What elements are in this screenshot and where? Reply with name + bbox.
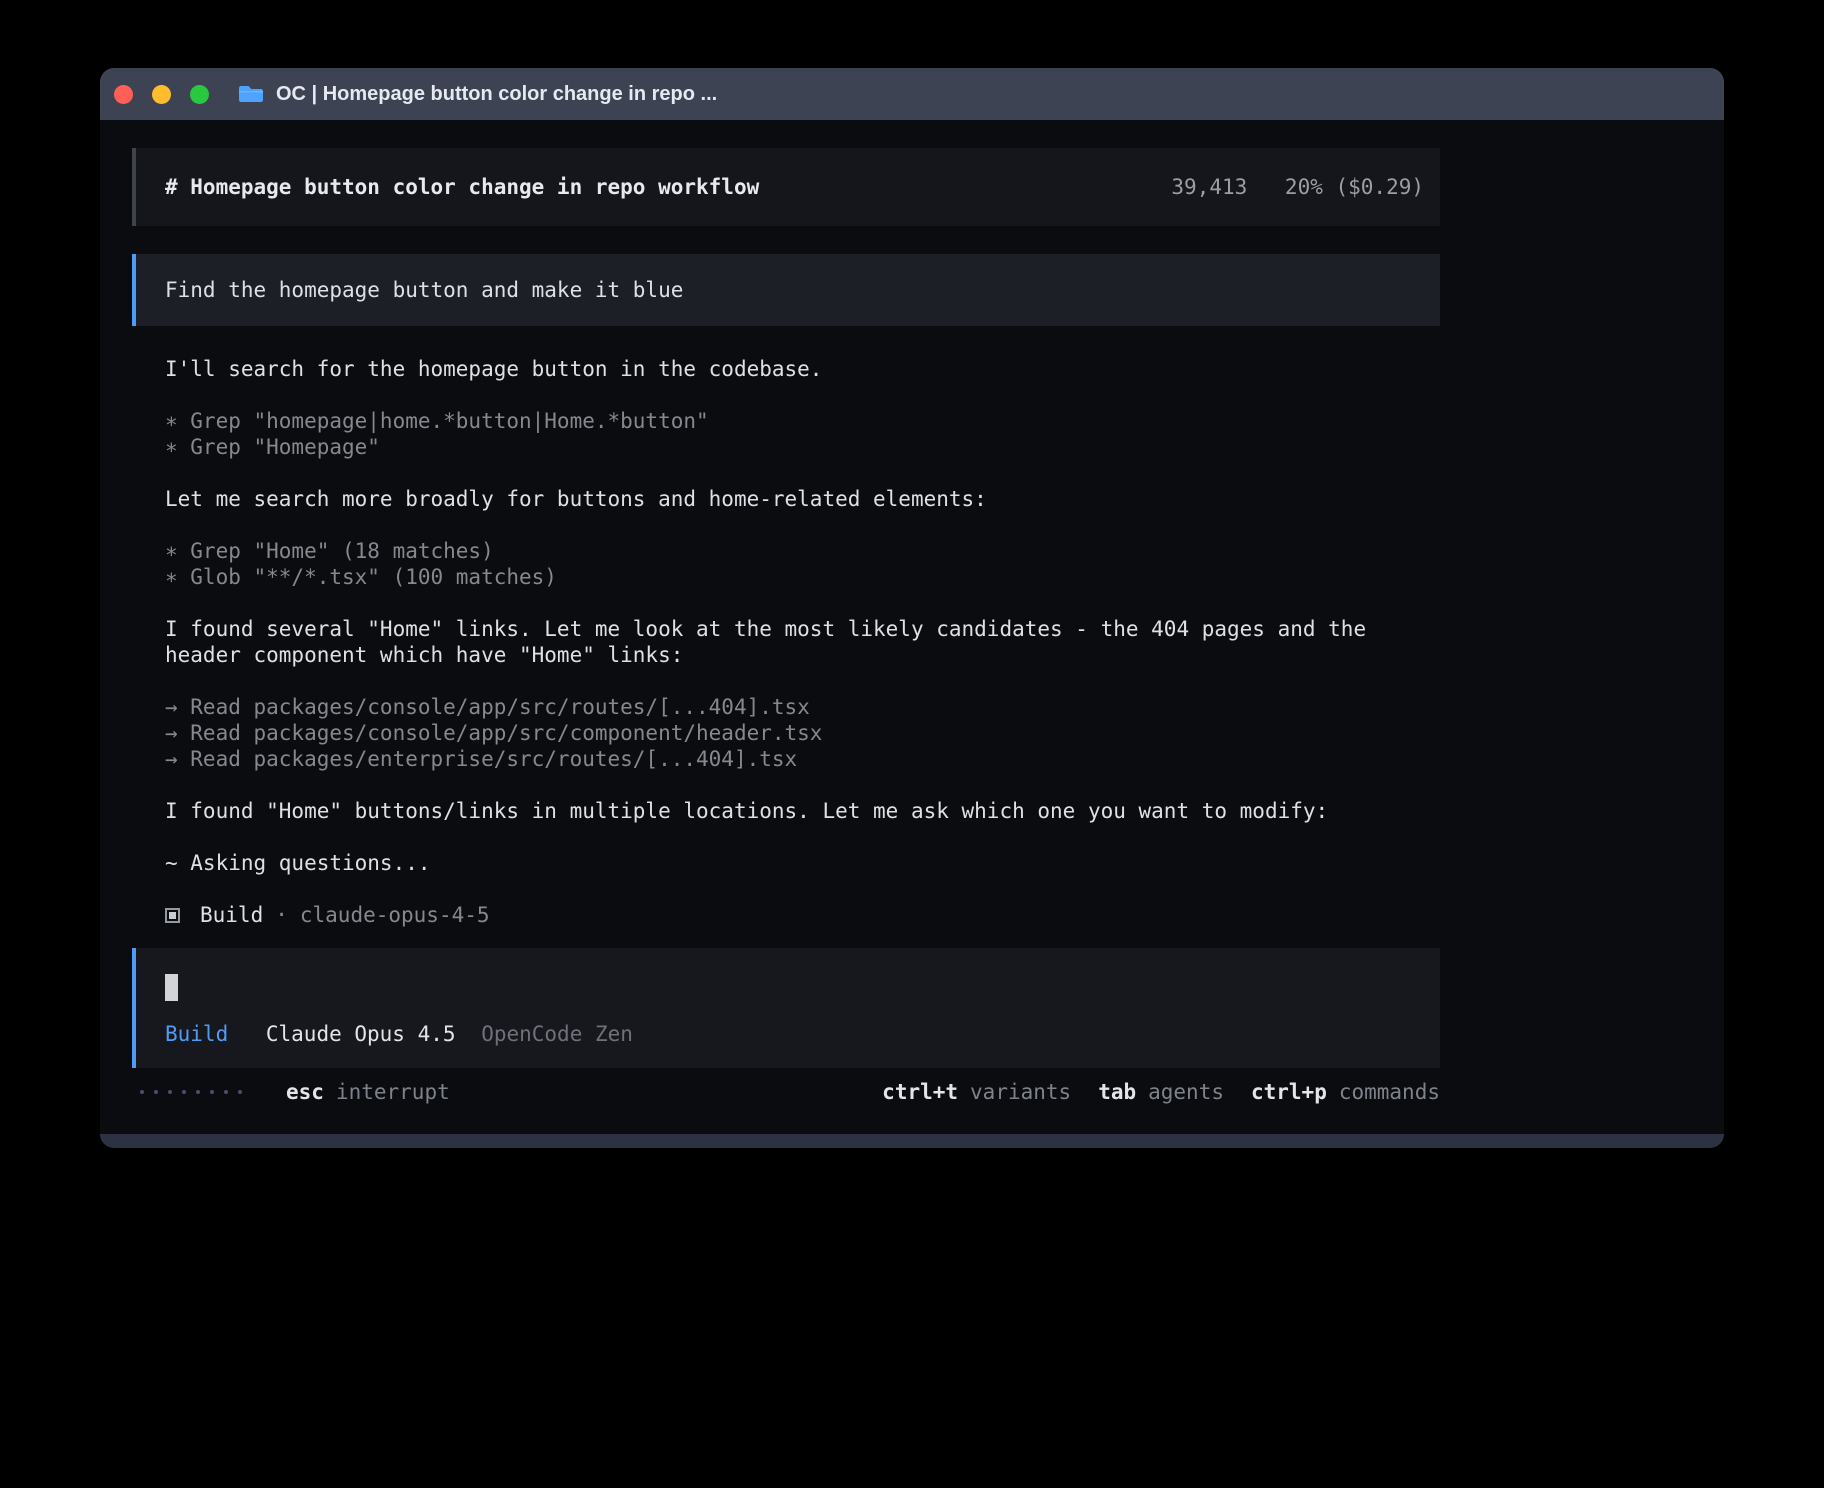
tool-call-grep: ∗ Grep "homepage|home.*button|Home.*butt… [165, 408, 1424, 434]
tool-call-read: → Read packages/console/app/src/routes/[… [165, 694, 1424, 720]
shortcut-hints: ctrl+t variants tab agents ctrl+p comman… [855, 1079, 1440, 1105]
status-bar: esc interrupt ctrl+t variants tab agents… [132, 1079, 1440, 1105]
session-stats: 39,413 20% ($0.29) [1171, 174, 1424, 200]
shortcut-agents: tab agents [1098, 1079, 1224, 1105]
session-header: # Homepage button color change in repo w… [132, 148, 1440, 226]
input-agent-label[interactable]: Build [165, 1022, 228, 1046]
close-button[interactable] [114, 85, 133, 104]
shortcut-key: ctrl+p [1251, 1079, 1327, 1105]
tool-call-read: → Read packages/console/app/src/componen… [165, 720, 1424, 746]
context-usage: 20% ($0.29) [1285, 175, 1424, 199]
input-meta-row: Build Claude Opus 4.5 OpenCode Zen [165, 1021, 1424, 1047]
input-model-label[interactable]: Claude Opus 4.5 [266, 1022, 456, 1046]
shortcut-label-interrupt: interrupt [336, 1079, 450, 1105]
user-message: Find the homepage button and make it blu… [132, 254, 1440, 326]
tool-call-grep: ∗ Grep "Homepage" [165, 434, 1424, 460]
tool-call-read: → Read packages/enterprise/src/routes/[.… [165, 746, 1424, 772]
text-cursor [165, 974, 178, 1001]
terminal-content: # Homepage button color change in repo w… [100, 120, 1724, 1134]
tool-call-grep: ∗ Grep "Home" (18 matches) [165, 538, 1424, 564]
session-title: # Homepage button color change in repo w… [165, 174, 759, 200]
input-provider-label: OpenCode Zen [481, 1022, 633, 1046]
prompt-input[interactable]: Build Claude Opus 4.5 OpenCode Zen [132, 948, 1440, 1068]
assistant-text: I'll search for the homepage button in t… [165, 356, 1424, 382]
assistant-status: ~ Asking questions... [165, 850, 1424, 876]
spinner-dots-icon [140, 1090, 252, 1094]
zoom-button[interactable] [190, 85, 209, 104]
user-message-text: Find the homepage button and make it blu… [165, 277, 683, 303]
window-title: OC | Homepage button color change in rep… [276, 83, 717, 106]
agent-status-row: Build · claude-opus-4-5 [132, 902, 1440, 928]
assistant-text: I found "Home" buttons/links in multiple… [165, 798, 1424, 824]
shortcut-label: commands [1339, 1079, 1440, 1105]
assistant-text: Let me search more broadly for buttons a… [165, 486, 1424, 512]
tool-call-glob: ∗ Glob "**/*.tsx" (100 matches) [165, 564, 1424, 590]
agent-model: claude-opus-4-5 [300, 902, 490, 928]
shortcut-variants: ctrl+t variants [882, 1079, 1071, 1105]
folder-icon [237, 83, 265, 105]
token-count: 39,413 [1171, 175, 1247, 199]
shortcut-label: variants [970, 1079, 1071, 1105]
assistant-response: I'll search for the homepage button in t… [132, 356, 1440, 928]
agent-icon [165, 908, 180, 923]
shortcut-key: tab [1098, 1079, 1136, 1105]
shortcut-key-esc: esc [286, 1079, 324, 1105]
terminal-window: OC | Homepage button color change in rep… [100, 68, 1724, 1148]
shortcut-commands: ctrl+p commands [1251, 1079, 1440, 1105]
assistant-text: I found several "Home" links. Let me loo… [165, 616, 1424, 668]
agent-name: Build [200, 902, 263, 928]
minimize-button[interactable] [152, 85, 171, 104]
shortcut-label: agents [1148, 1079, 1224, 1105]
titlebar[interactable]: OC | Homepage button color change in rep… [100, 68, 1724, 120]
shortcut-key: ctrl+t [882, 1079, 958, 1105]
agent-separator: · [275, 902, 288, 928]
